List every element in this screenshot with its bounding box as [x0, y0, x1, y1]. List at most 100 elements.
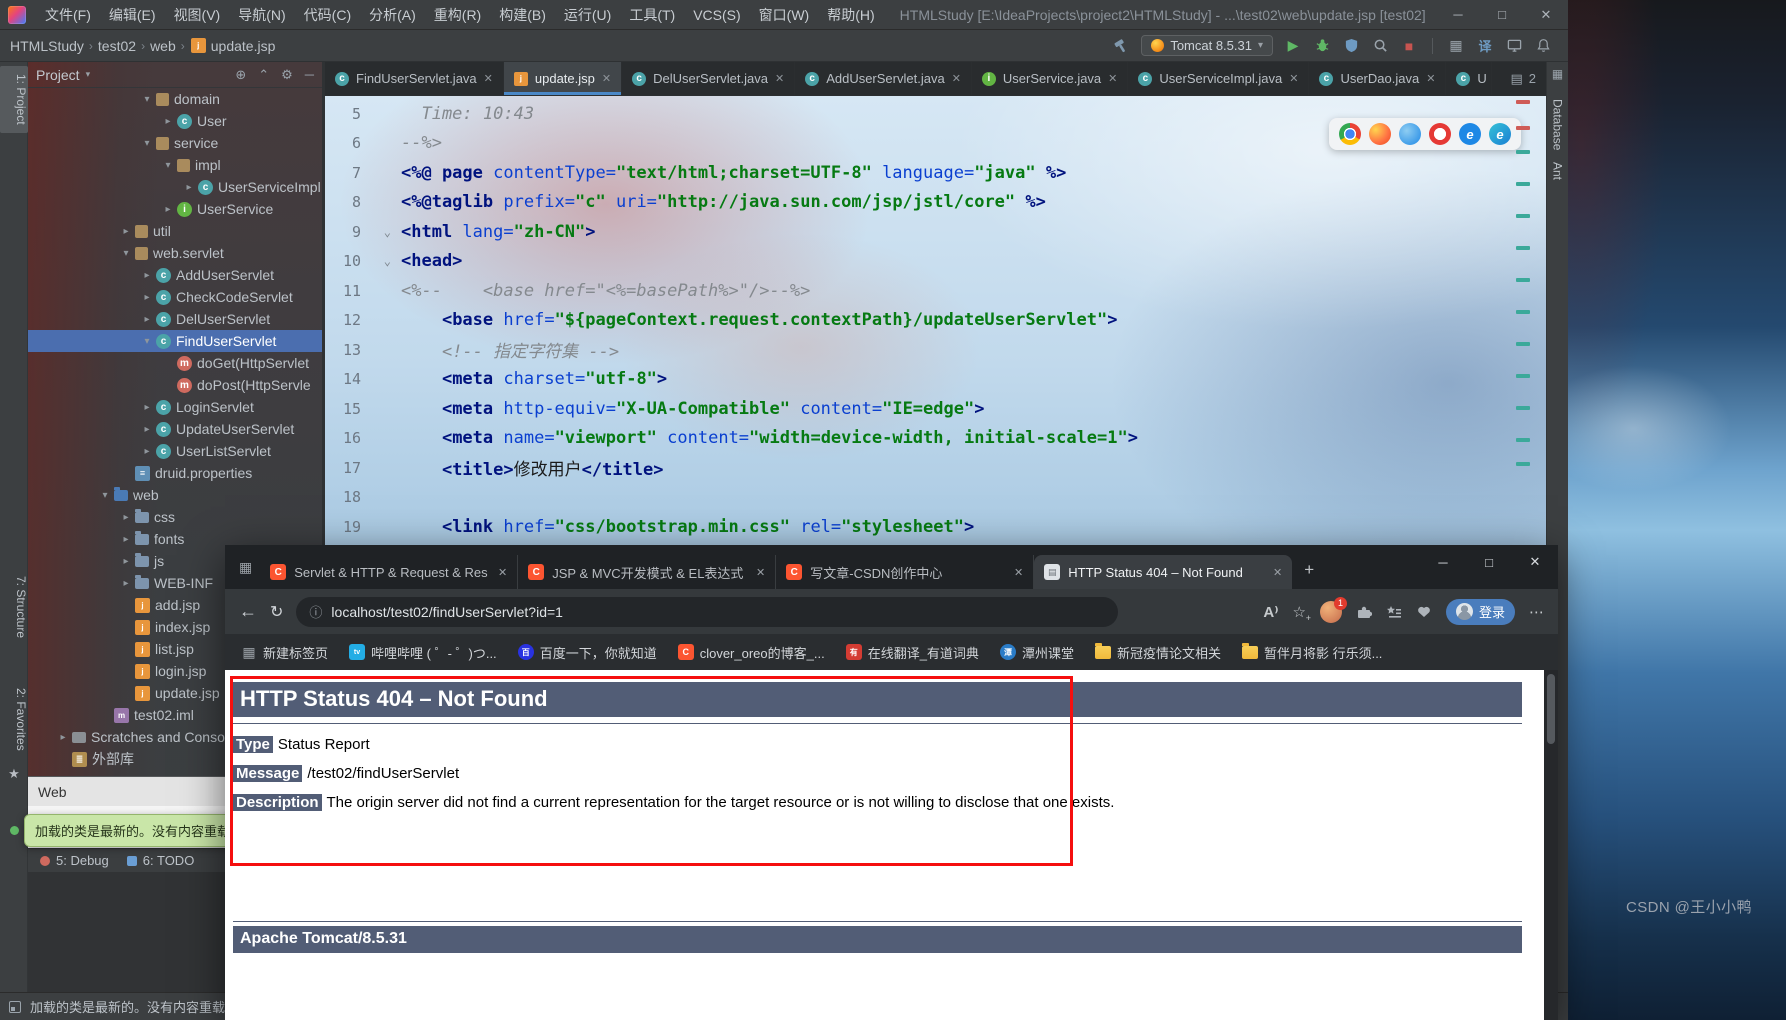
browser-essentials-icon[interactable]: [1416, 604, 1432, 620]
chevron-right-icon[interactable]: ▸: [139, 314, 155, 325]
web-panel-title[interactable]: Web: [38, 784, 67, 800]
minimize-button[interactable]: ─: [1420, 545, 1466, 579]
chevron-right-icon[interactable]: ▸: [118, 226, 134, 237]
menu-item[interactable]: 编辑(E): [100, 0, 165, 30]
chevron-right-icon[interactable]: ▸: [118, 556, 134, 567]
firefox-browser-icon[interactable]: [1369, 123, 1391, 145]
page-scrollbar[interactable]: [1544, 670, 1558, 1020]
breadcrumb-file[interactable]: update.jsp: [211, 38, 276, 54]
locate-icon[interactable]: ⊕: [235, 67, 246, 83]
ie-browser-icon[interactable]: e: [1459, 123, 1481, 145]
code-line[interactable]: 7<%@ page contentType="text/html;charset…: [325, 158, 1546, 188]
close-button[interactable]: ✕: [1512, 545, 1558, 579]
chevron-down-icon[interactable]: ▾: [118, 248, 134, 259]
tool-button-database[interactable]: Database: [1551, 93, 1565, 156]
code-line[interactable]: 15 <meta http-equiv="X-UA-Compatible" co…: [325, 394, 1546, 424]
tool-button-favorites[interactable]: 2: Favorites: [0, 688, 28, 751]
editor-tab[interactable]: cUserServiceImpl.java✕: [1128, 62, 1309, 95]
code-line[interactable]: 12 <base href="${pageContext.request.con…: [325, 306, 1546, 336]
code-line[interactable]: 17 <title>修改用户</title>: [325, 453, 1546, 483]
new-tab-button[interactable]: +: [1304, 560, 1314, 580]
tree-item[interactable]: ▾cFindUserServlet: [28, 330, 322, 352]
chevron-right-icon[interactable]: ▸: [139, 402, 155, 413]
breadcrumb-module[interactable]: test02: [98, 38, 136, 54]
tab-list-icon[interactable]: ▤: [1510, 71, 1522, 87]
edge-browser-icon[interactable]: e: [1489, 123, 1511, 145]
menu-item[interactable]: 工具(T): [620, 0, 684, 30]
editor-tab[interactable]: iUserService.java✕: [972, 62, 1128, 95]
profiler-button[interactable]: [1371, 37, 1389, 55]
stop-button[interactable]: ■: [1400, 37, 1418, 55]
editor-tab[interactable]: cU✕: [1446, 62, 1492, 95]
hidden-tabs-count[interactable]: 2: [1529, 71, 1536, 86]
close-tab-icon[interactable]: ✕: [1273, 566, 1282, 579]
close-tab-icon[interactable]: ✕: [484, 72, 493, 85]
bookmark-item[interactable]: 暂伴月将影 行乐须...: [1242, 643, 1382, 662]
code-line[interactable]: 16 <meta name="viewport" content="width=…: [325, 424, 1546, 454]
menu-item[interactable]: 视图(V): [165, 0, 230, 30]
tree-item[interactable]: ▸iUserService: [28, 198, 322, 220]
chevron-right-icon[interactable]: ▸: [118, 534, 134, 545]
browser-tab[interactable]: C写文章-CSDN创作中心✕: [776, 555, 1034, 589]
bookmark-item[interactable]: Cclover_oreo的博客_...: [678, 643, 825, 662]
translate-icon[interactable]: 译: [1476, 37, 1494, 55]
close-tab-icon[interactable]: ✕: [602, 72, 611, 85]
menu-item[interactable]: 构建(B): [490, 0, 555, 30]
bookmark-item[interactable]: 潭潭州课堂: [1000, 643, 1074, 662]
minimize-button[interactable]: ─: [1436, 0, 1480, 30]
tool-button-ant[interactable]: Ant: [1551, 156, 1565, 186]
opera-browser-icon[interactable]: [1429, 123, 1451, 145]
coverage-button[interactable]: [1342, 37, 1360, 55]
close-tab-icon[interactable]: ✕: [1014, 566, 1023, 579]
code-line[interactable]: 18: [325, 483, 1546, 513]
editor-tab[interactable]: cFindUserServlet.java✕: [325, 62, 504, 95]
editor-tab[interactable]: cUserDao.java✕: [1309, 62, 1446, 95]
more-menu-icon[interactable]: ⋯: [1529, 603, 1544, 621]
hide-panel-icon[interactable]: ─: [305, 67, 314, 83]
read-aloud-icon[interactable]: A⁾: [1263, 603, 1278, 621]
chrome-browser-icon[interactable]: [1339, 123, 1361, 145]
editor-tab[interactable]: jupdate.jsp✕: [504, 62, 622, 95]
close-tab-icon[interactable]: ✕: [1426, 72, 1435, 85]
code-line[interactable]: 8<%@taglib prefix="c" uri="http://java.s…: [325, 188, 1546, 218]
menu-item[interactable]: 代码(C): [295, 0, 360, 30]
chevron-right-icon[interactable]: ▸: [139, 270, 155, 281]
tree-item[interactable]: ▾web.servlet: [28, 242, 322, 264]
close-tab-icon[interactable]: ✕: [775, 72, 784, 85]
breadcrumb-folder[interactable]: web: [150, 38, 176, 54]
code-line[interactable]: 9⌄<html lang="zh-CN">: [325, 217, 1546, 247]
maximize-button[interactable]: □: [1466, 545, 1512, 579]
monitor-icon[interactable]: [1505, 37, 1523, 55]
code-line[interactable]: 10⌄<head>: [325, 247, 1546, 277]
run-configuration-select[interactable]: Tomcat 8.5.31 ▾: [1141, 35, 1273, 56]
debug-button[interactable]: [1313, 37, 1331, 55]
tool-button-project[interactable]: 1: Project: [0, 66, 28, 133]
bookmark-item[interactable]: 新冠疫情论文相关: [1095, 643, 1221, 662]
close-tab-icon[interactable]: ✕: [952, 72, 961, 85]
tree-item[interactable]: ▸css: [28, 506, 322, 528]
tree-item[interactable]: ▸cUserListServlet: [28, 440, 322, 462]
project-panel-title[interactable]: Project: [36, 67, 80, 83]
menu-item[interactable]: 文件(F): [36, 0, 100, 30]
menu-item[interactable]: 帮助(H): [818, 0, 883, 30]
bookmark-item[interactable]: ▦新建标签页: [241, 643, 328, 662]
collections-icon[interactable]: [1386, 604, 1402, 620]
chevron-right-icon[interactable]: ▸: [181, 182, 197, 193]
run-button[interactable]: ▶: [1284, 37, 1302, 55]
code-line[interactable]: 14 <meta charset="utf-8">: [325, 365, 1546, 395]
code-line[interactable]: 13 <!-- 指定字符集 -->: [325, 335, 1546, 365]
tree-item[interactable]: ▸cUserServiceImpl: [28, 176, 322, 198]
tree-item[interactable]: ≡druid.properties: [28, 462, 322, 484]
close-tab-icon[interactable]: ✕: [1108, 72, 1117, 85]
tree-item[interactable]: ▸cUpdateUserServlet: [28, 418, 322, 440]
menu-item[interactable]: 分析(A): [360, 0, 425, 30]
star-icon[interactable]: ★: [0, 766, 28, 782]
editor-tab[interactable]: cDelUserServlet.java✕: [622, 62, 795, 95]
tree-item[interactable]: ▾domain: [28, 88, 322, 110]
tree-item[interactable]: ▾service: [28, 132, 322, 154]
tree-item[interactable]: mdoGet(HttpServlet: [28, 352, 322, 374]
menu-item[interactable]: 窗口(W): [750, 0, 819, 30]
chevron-down-icon[interactable]: ▾: [139, 138, 155, 149]
chevron-right-icon[interactable]: ▸: [139, 446, 155, 457]
browser-tab[interactable]: CJSP & MVC开发模式 & EL表达式✕: [518, 555, 776, 589]
